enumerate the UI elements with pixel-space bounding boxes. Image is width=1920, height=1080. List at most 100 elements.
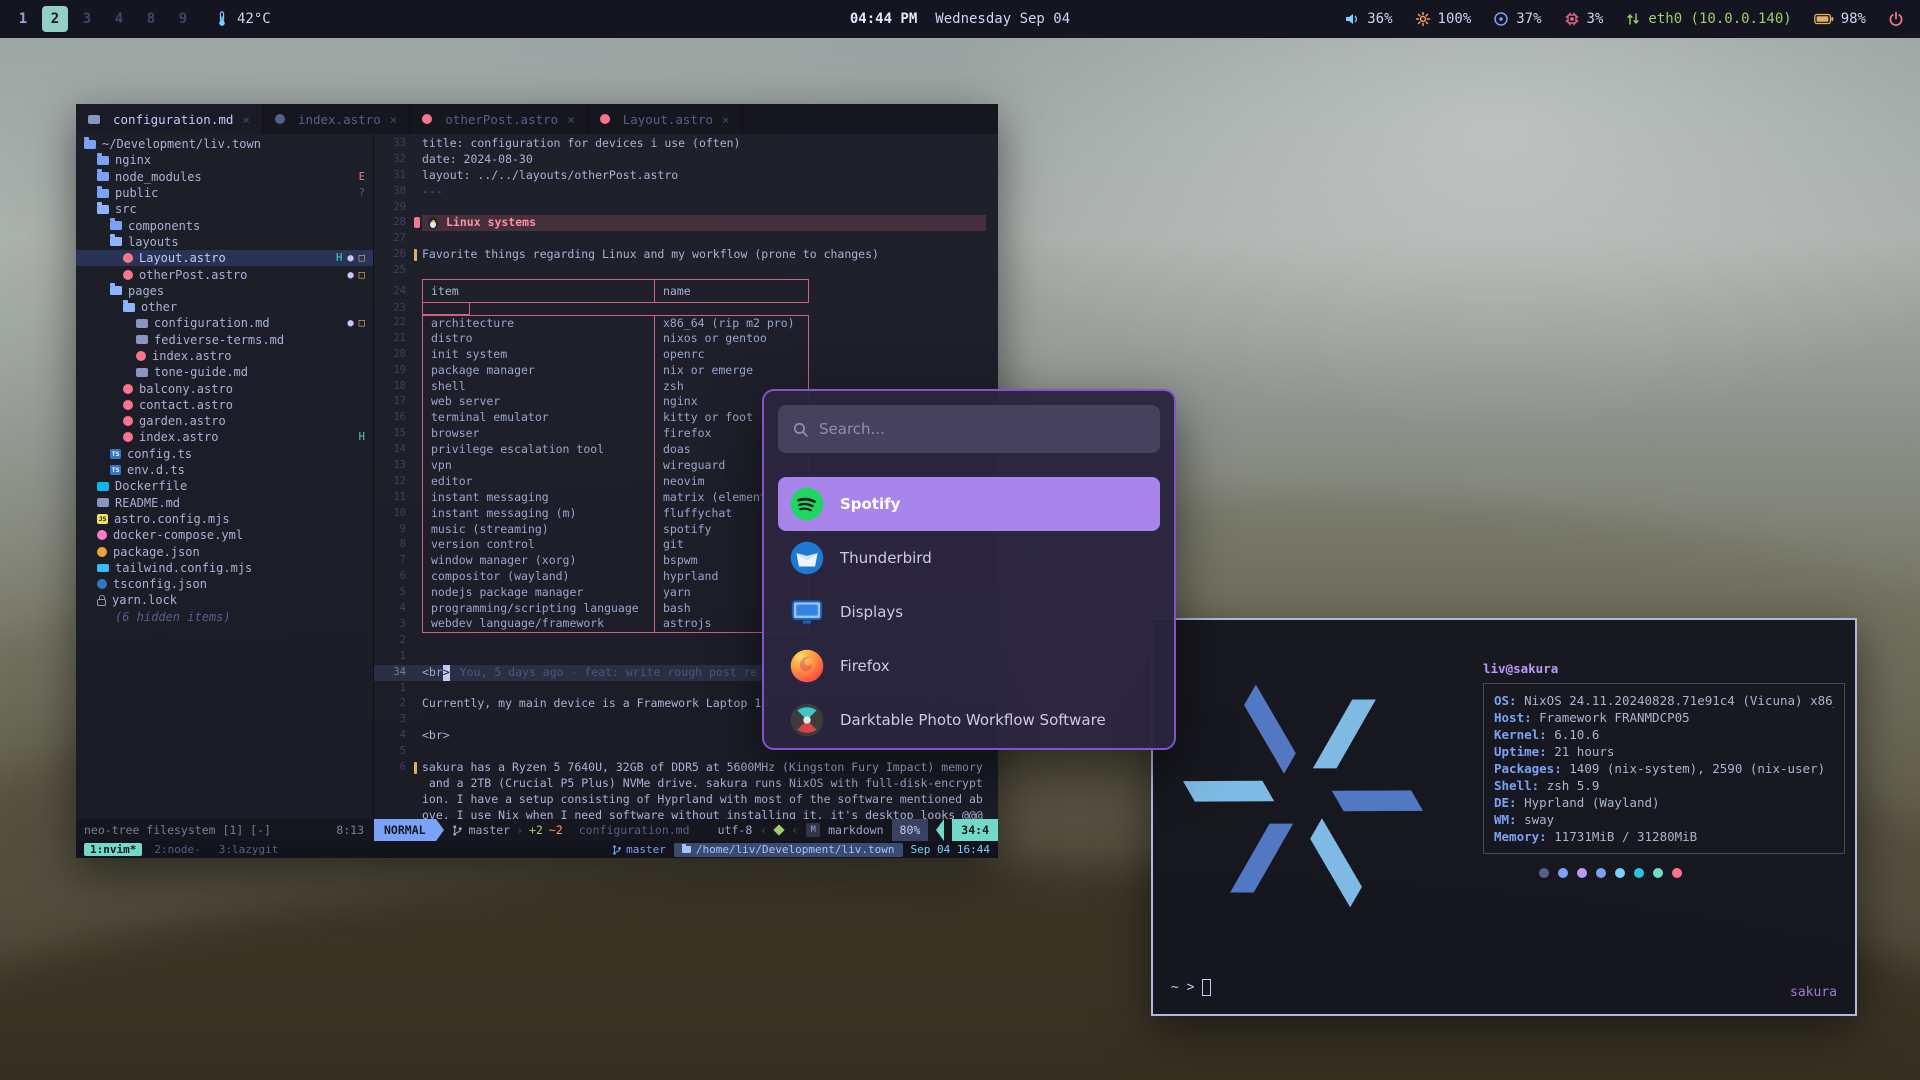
tree-item[interactable]: otherPost.astro●□ [76, 266, 373, 282]
tree-item[interactable]: (6 hidden items) [76, 609, 373, 625]
disk-module[interactable]: 37% [1493, 11, 1541, 27]
close-tab-icon[interactable]: × [242, 112, 250, 127]
tree-item[interactable]: README.md [76, 495, 373, 511]
line-number: 25 [374, 263, 414, 279]
table-cell: x86_64 (rip m2 pro) [654, 315, 809, 331]
tree-item[interactable]: ~/Development/liv.town [76, 136, 373, 152]
workspace-button[interactable]: 4 [106, 6, 132, 32]
buffer-line[interactable]: 33title: configuration for devices i use… [374, 136, 998, 152]
close-tab-icon[interactable]: × [390, 112, 398, 127]
tree-item[interactable]: Dockerfile [76, 478, 373, 494]
launcher-item[interactable]: Darktable Photo Workflow Software [778, 693, 1160, 747]
editor-tab[interactable]: index.astro× [263, 104, 410, 134]
workspace-button[interactable]: 8 [138, 6, 164, 32]
brightness-module[interactable]: 100% [1415, 11, 1472, 27]
tree-item[interactable]: contact.astro [76, 397, 373, 413]
search-input[interactable] [819, 420, 1146, 438]
palette-dot [1653, 868, 1663, 878]
buffer-line[interactable]: and a 2TB (Crucial P5 Plus) NVMe drive. … [374, 776, 998, 792]
tree-item[interactable]: config.ts [76, 446, 373, 462]
tree-item[interactable]: tsconfig.json [76, 576, 373, 592]
close-tab-icon[interactable]: × [722, 112, 730, 127]
workspace-button[interactable]: 9 [170, 6, 196, 32]
editor-tab[interactable]: Layout.astro× [588, 104, 743, 134]
buffer-line[interactable]: 30--- [374, 184, 998, 200]
workspace-button[interactable]: 3 [74, 6, 100, 32]
line-number: 24 [374, 280, 414, 302]
brightness-value: 100% [1438, 11, 1472, 27]
buffer-line[interactable]: ove. I use Nix when I need software with… [374, 808, 998, 819]
launcher-item[interactable]: Displays [778, 585, 1160, 639]
tree-item[interactable]: tailwind.config.mjs [76, 560, 373, 576]
tree-item[interactable]: node_modulesE [76, 169, 373, 185]
tree-item[interactable]: public? [76, 185, 373, 201]
search-box[interactable] [778, 405, 1160, 453]
tree-item[interactable]: src [76, 201, 373, 217]
tree-item[interactable]: fediverse-terms.md [76, 332, 373, 348]
lock-icon [97, 599, 106, 606]
workspace-button[interactable]: 2 [42, 6, 68, 32]
volume-module[interactable]: 36% [1344, 11, 1392, 27]
buffer-line[interactable]: 31layout: ../../layouts/otherPost.astro [374, 168, 998, 184]
tree-item[interactable]: yarn.lock [76, 592, 373, 608]
launcher-item[interactable]: Firefox [778, 639, 1160, 693]
power-button[interactable] [1888, 11, 1904, 27]
buffer-line[interactable]: 28Linux systems [374, 215, 998, 231]
tree-item[interactable]: balcony.astro [76, 380, 373, 396]
tree-item[interactable]: layouts [76, 234, 373, 250]
buffer-line[interactable]: 24itemname [374, 279, 998, 303]
buffer-line[interactable]: 19package managernix or emerge [374, 363, 998, 379]
tree-item[interactable]: index.astro [76, 348, 373, 364]
table-cell: browser [422, 426, 654, 442]
workspace-button[interactable]: 1 [10, 6, 36, 32]
tree-item[interactable]: garden.astro [76, 413, 373, 429]
buffer-line[interactable]: 26Favorite things regarding Linux and my… [374, 247, 998, 263]
buffer-line[interactable]: ion. I have a setup consisting of Hyprla… [374, 792, 998, 808]
tree-item[interactable]: Layout.astroH●□ [76, 250, 373, 266]
buffer-line[interactable]: 25 [374, 263, 998, 279]
tree-item-label: otherPost.astro [139, 268, 247, 282]
astro-icon [123, 253, 133, 263]
buffer-line[interactable]: 22architecturex86_64 (rip m2 pro) [374, 315, 998, 331]
launcher-item-label: Displays [840, 603, 903, 621]
tree-item-label: balcony.astro [139, 382, 233, 396]
palette-dot [1672, 868, 1682, 878]
launcher-item[interactable]: Spotify [778, 477, 1160, 531]
tmux-window[interactable]: 2:node- [148, 843, 206, 856]
close-tab-icon[interactable]: × [567, 112, 575, 127]
buffer-line[interactable]: 23 [374, 303, 998, 315]
editor-tab[interactable]: otherPost.astro× [410, 104, 587, 134]
tmux-window[interactable]: 3:lazygit [213, 843, 285, 856]
tree-item[interactable]: configuration.md●□ [76, 315, 373, 331]
editor-tab[interactable]: configuration.md× [76, 104, 263, 134]
tree-item[interactable]: env.d.ts [76, 462, 373, 478]
battery-module[interactable]: 98% [1814, 11, 1866, 27]
tree-item[interactable]: pages [76, 283, 373, 299]
network-module[interactable]: eth0 (10.0.0.140) [1625, 11, 1791, 27]
buffer-line[interactable]: 21distronixos or gentoo [374, 331, 998, 347]
tree-item[interactable]: tone-guide.md [76, 364, 373, 380]
buffer-line[interactable]: 32date: 2024-08-30 [374, 152, 998, 168]
palette-dot [1539, 868, 1549, 878]
tree-item[interactable]: components [76, 217, 373, 233]
clock-time: 04:44 PM [850, 11, 917, 27]
launcher-item[interactable]: Thunderbird [778, 531, 1160, 585]
buffer-line[interactable]: 29 [374, 200, 998, 216]
tmux-window[interactable]: 1:nvim* [84, 843, 142, 856]
tree-item[interactable]: package.json [76, 543, 373, 559]
tree-item[interactable]: other [76, 299, 373, 315]
tree-item[interactable]: index.astroH [76, 429, 373, 445]
cpu-module[interactable]: 3% [1564, 11, 1604, 27]
table-cell: openrc [654, 347, 809, 363]
tree-item[interactable]: docker-compose.yml [76, 527, 373, 543]
temperature-module[interactable]: 42°C [214, 11, 271, 27]
table-cell: architecture [422, 315, 654, 331]
buffer-line[interactable]: 20init systemopenrc [374, 347, 998, 363]
table-separator [422, 303, 470, 315]
terminal-cursor [1202, 979, 1211, 996]
buffer-line[interactable]: 27 [374, 231, 998, 247]
buffer-line[interactable]: 6sakura has a Ryzen 5 7640U, 32GB of DDR… [374, 760, 998, 776]
tree-item[interactable]: nginx [76, 152, 373, 168]
tree-item[interactable]: astro.config.mjs [76, 511, 373, 527]
shell-prompt[interactable]: ~ > [1171, 979, 1211, 996]
